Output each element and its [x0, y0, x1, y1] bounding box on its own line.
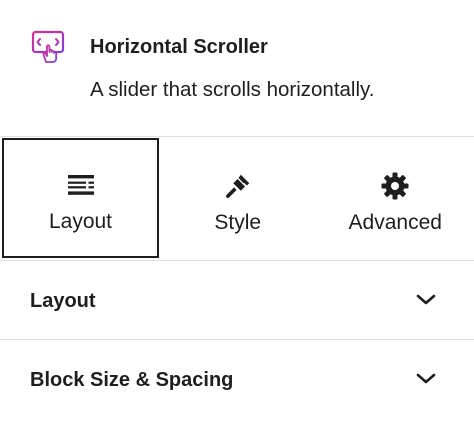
panel-block-size-spacing[interactable]: Block Size & Spacing	[0, 340, 474, 419]
tab-style[interactable]: Style	[159, 137, 317, 260]
panel-layout[interactable]: Layout	[0, 261, 474, 340]
tab-label: Layout	[48, 210, 113, 233]
tab-layout[interactable]: Layout	[2, 138, 159, 258]
inspector-tabs: Layout Style Advanced	[0, 137, 474, 261]
horizontal-scroller-icon	[31, 29, 67, 65]
chevron-down-icon	[415, 372, 437, 386]
layout-icon	[66, 170, 96, 200]
tab-label: Advanced	[348, 210, 442, 234]
block-inspector-panel: Horizontal Scroller A slider that scroll…	[0, 0, 474, 448]
block-card: Horizontal Scroller A slider that scroll…	[0, 0, 474, 137]
panel-layout-label: Layout	[30, 290, 96, 312]
tab-advanced[interactable]: Advanced	[317, 137, 474, 260]
chevron-down-icon	[415, 293, 437, 307]
gear-icon	[380, 171, 410, 201]
tab-label: Style	[214, 210, 262, 234]
brush-icon	[223, 171, 253, 201]
block-title: Horizontal Scroller	[90, 36, 268, 58]
panel-block-size-spacing-label: Block Size & Spacing	[30, 369, 234, 391]
block-description: A slider that scrolls horizontally.	[90, 78, 375, 101]
